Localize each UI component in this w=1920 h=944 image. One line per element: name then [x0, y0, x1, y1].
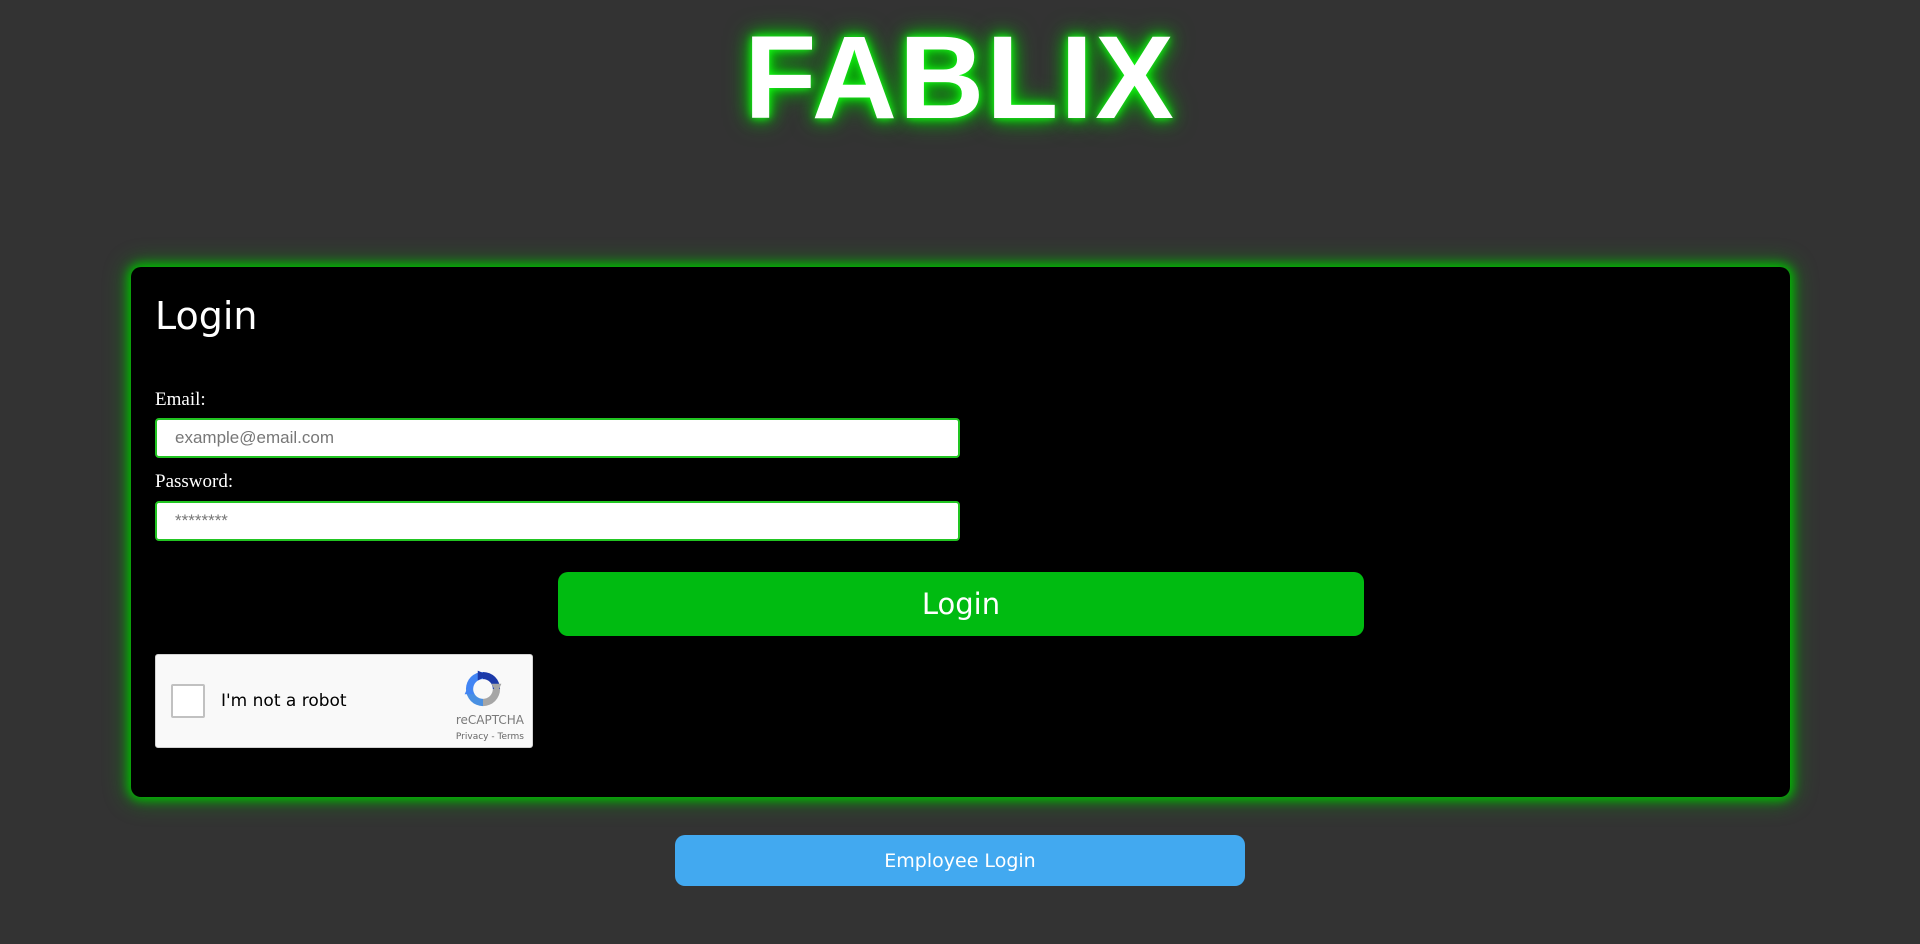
email-label: Email:	[155, 389, 206, 410]
recaptcha-widget: I'm not a robot reCAPTCHA Privacy - Term…	[155, 654, 533, 748]
recaptcha-checkbox[interactable]	[171, 684, 205, 718]
recaptcha-terms-link[interactable]: Terms	[497, 732, 524, 742]
login-button[interactable]: Login	[558, 572, 1364, 636]
login-title: Login	[155, 294, 258, 338]
recaptcha-privacy-link[interactable]: Privacy	[456, 732, 489, 742]
email-input[interactable]	[155, 418, 960, 458]
recaptcha-links: Privacy - Terms	[416, 731, 524, 743]
recaptcha-brand: reCAPTCHA	[455, 713, 524, 727]
password-input[interactable]	[155, 501, 960, 541]
recaptcha-logo-icon	[464, 670, 502, 707]
login-card: Login Email: Password: Login I'm not a r…	[131, 267, 1790, 797]
recaptcha-label: I'm not a robot	[221, 691, 347, 711]
employee-login-button[interactable]: Employee Login	[675, 835, 1245, 886]
password-label: Password:	[155, 471, 234, 492]
site-logo-title: FABLIX	[744, 12, 1176, 144]
